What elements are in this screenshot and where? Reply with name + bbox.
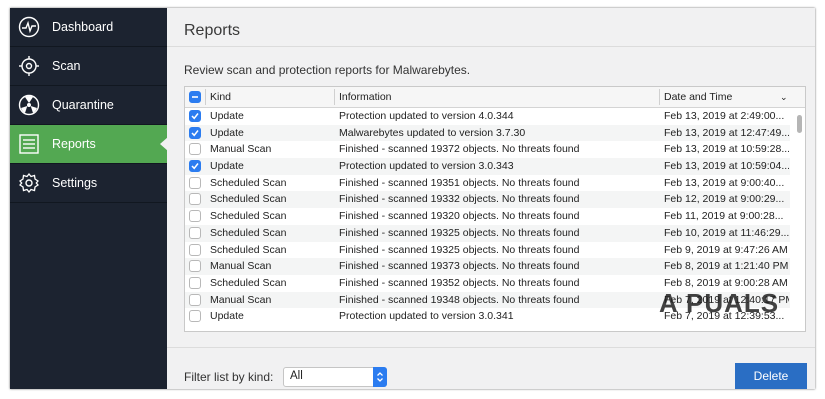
table-header: Kind Information Date and Time ⌄ [185, 87, 805, 108]
cell-kind: Scheduled Scan [210, 193, 287, 206]
cell-info: Finished - scanned 19332 objects. No thr… [339, 193, 580, 206]
cell-date: Feb 11, 2019 at 9:00:28... [664, 210, 784, 223]
divider [167, 347, 815, 348]
row-checkbox[interactable] [189, 210, 201, 223]
filter-kind-select[interactable]: All [283, 367, 387, 387]
cell-kind: Manual Scan [210, 293, 272, 306]
row-checkbox[interactable] [189, 243, 201, 256]
cell-info: Protection updated to version 3.0.341 [339, 310, 514, 323]
sidebar-item-label: Reports [52, 137, 96, 151]
sidebar-item-scan[interactable]: Scan [10, 47, 167, 86]
table-row[interactable]: Manual Scan Finished - scanned 19373 obje… [185, 258, 790, 275]
cell-date: Feb 9, 2019 at 9:47:26 AM [664, 243, 788, 256]
cell-info: Finished - scanned 19372 objects. No thr… [339, 143, 580, 156]
cell-kind: Scheduled Scan [210, 276, 287, 289]
cell-kind: Update [210, 160, 244, 173]
column-divider [334, 89, 335, 105]
cell-date: Feb 8, 2019 at 1:21:40 PM [664, 260, 789, 273]
cell-date: Feb 13, 2019 at 12:47:49... [664, 126, 789, 139]
table-row[interactable]: Update Protection updated to version 3.0.… [185, 158, 790, 175]
quarantine-icon [18, 94, 40, 116]
cell-kind: Update [210, 310, 244, 323]
cell-kind: Manual Scan [210, 143, 272, 156]
cell-date: Feb 10, 2019 at 11:46:29... [664, 226, 789, 239]
select-arrows-icon [373, 367, 387, 387]
sidebar-item-reports[interactable]: Reports [10, 125, 168, 164]
cell-info: Finished - scanned 19320 objects. No thr… [339, 210, 580, 223]
row-checkbox[interactable] [189, 276, 201, 289]
row-checkbox[interactable] [189, 260, 201, 273]
main-panel: Reports Review scan and protection repor… [167, 8, 815, 389]
dashboard-icon [18, 16, 40, 38]
column-divider [205, 89, 206, 105]
row-checkbox[interactable] [189, 226, 201, 239]
cell-kind: Scheduled Scan [210, 210, 287, 223]
scrollbar-thumb[interactable] [797, 115, 802, 133]
sidebar: Dashboard Scan Quarantine Reports Settin… [10, 8, 168, 389]
table-row[interactable]: Scheduled Scan Finished - scanned 19320 o… [185, 208, 790, 225]
column-divider [659, 89, 660, 105]
cell-info: Protection updated to version 4.0.344 [339, 110, 514, 122]
row-checkbox[interactable] [189, 193, 201, 206]
cell-kind: Scheduled Scan [210, 243, 287, 256]
sort-chevron-icon[interactable]: ⌄ [780, 87, 788, 107]
sidebar-item-label: Dashboard [52, 20, 114, 34]
cell-date: Feb 12, 2019 at 9:00:29... [664, 193, 785, 206]
cell-kind: Manual Scan [210, 260, 272, 273]
row-checkbox[interactable] [189, 143, 201, 156]
divider [167, 46, 815, 47]
cell-info: Finished - scanned 19352 objects. No thr… [339, 276, 580, 289]
row-checkbox[interactable] [189, 293, 201, 306]
cell-kind: Scheduled Scan [210, 176, 287, 189]
cell-kind: Update [210, 126, 244, 139]
sidebar-item-label: Settings [52, 176, 98, 190]
row-checkbox[interactable] [189, 310, 201, 323]
row-checkbox[interactable] [189, 160, 201, 173]
sidebar-item-label: Scan [52, 59, 81, 73]
reports-icon [18, 133, 40, 155]
filter-label: Filter list by kind: [184, 370, 274, 384]
cell-info: Finished - scanned 19351 objects. No thr… [339, 176, 580, 189]
row-checkbox[interactable] [189, 176, 201, 189]
column-header-kind[interactable]: Kind [210, 87, 231, 107]
cell-date: Feb 13, 2019 at 10:59:28... [664, 143, 789, 156]
watermark-logo: A PUALS [659, 288, 780, 318]
table-row[interactable]: Scheduled Scan Finished - scanned 19325 o… [185, 242, 790, 259]
scan-icon [18, 55, 40, 77]
settings-icon [18, 172, 40, 194]
app-window: Dashboard Scan Quarantine Reports Settin… [10, 8, 815, 389]
cell-date: Feb 13, 2019 at 2:49:00... [664, 110, 785, 122]
cell-date: Feb 13, 2019 at 10:59:04... [664, 160, 789, 173]
table-row[interactable]: Scheduled Scan Finished - scanned 19351 o… [185, 175, 790, 192]
cell-info: Finished - scanned 19325 objects. No thr… [339, 243, 580, 256]
sidebar-item-label: Quarantine [52, 98, 114, 112]
sidebar-item-settings[interactable]: Settings [10, 164, 167, 203]
cell-date: Feb 13, 2019 at 9:00:40... [664, 176, 785, 189]
row-checkbox[interactable] [189, 126, 201, 139]
column-header-information[interactable]: Information [339, 87, 392, 107]
table-row[interactable]: Update Protection updated to version 4.0.… [185, 108, 790, 125]
filter-kind-value: All [290, 370, 303, 382]
table-row[interactable]: Scheduled Scan Finished - scanned 19325 o… [185, 224, 790, 242]
table-row[interactable]: Scheduled Scan Finished - scanned 19332 o… [185, 191, 790, 209]
cell-info: Malwarebytes updated to version 3.7.30 [339, 126, 526, 139]
page-title: Reports [184, 22, 241, 39]
row-checkbox[interactable] [189, 110, 201, 122]
cell-info: Finished - scanned 19348 objects. No thr… [339, 293, 580, 306]
cell-kind: Scheduled Scan [210, 226, 287, 239]
sidebar-item-quarantine[interactable]: Quarantine [10, 86, 167, 125]
table-row[interactable]: Update Malwarebytes updated to version 3.… [185, 124, 790, 142]
column-header-date[interactable]: Date and Time [664, 87, 732, 107]
cell-info: Finished - scanned 19373 objects. No thr… [339, 260, 580, 273]
sidebar-item-dashboard[interactable]: Dashboard [10, 8, 167, 47]
select-all-checkbox[interactable] [189, 91, 201, 103]
cell-kind: Update [210, 110, 244, 122]
page-description: Review scan and protection reports for M… [184, 63, 471, 77]
table-row[interactable]: Manual Scan Finished - scanned 19372 obje… [185, 141, 790, 158]
cell-info: Protection updated to version 3.0.343 [339, 160, 514, 173]
cell-info: Finished - scanned 19325 objects. No thr… [339, 226, 580, 239]
delete-button[interactable]: Delete [735, 363, 807, 389]
